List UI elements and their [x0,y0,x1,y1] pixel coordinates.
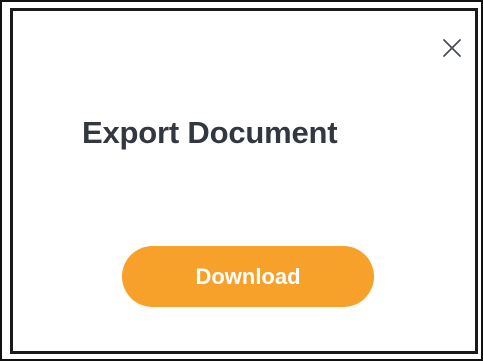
export-dialog: Export Document Download [10,8,478,354]
dialog-title: Export Document [82,115,338,150]
download-button-label: Download [195,263,301,289]
close-button[interactable] [441,37,463,59]
download-button[interactable]: Download [122,246,374,307]
close-icon [443,39,461,57]
screenshot-frame: Export Document Download [0,0,483,361]
